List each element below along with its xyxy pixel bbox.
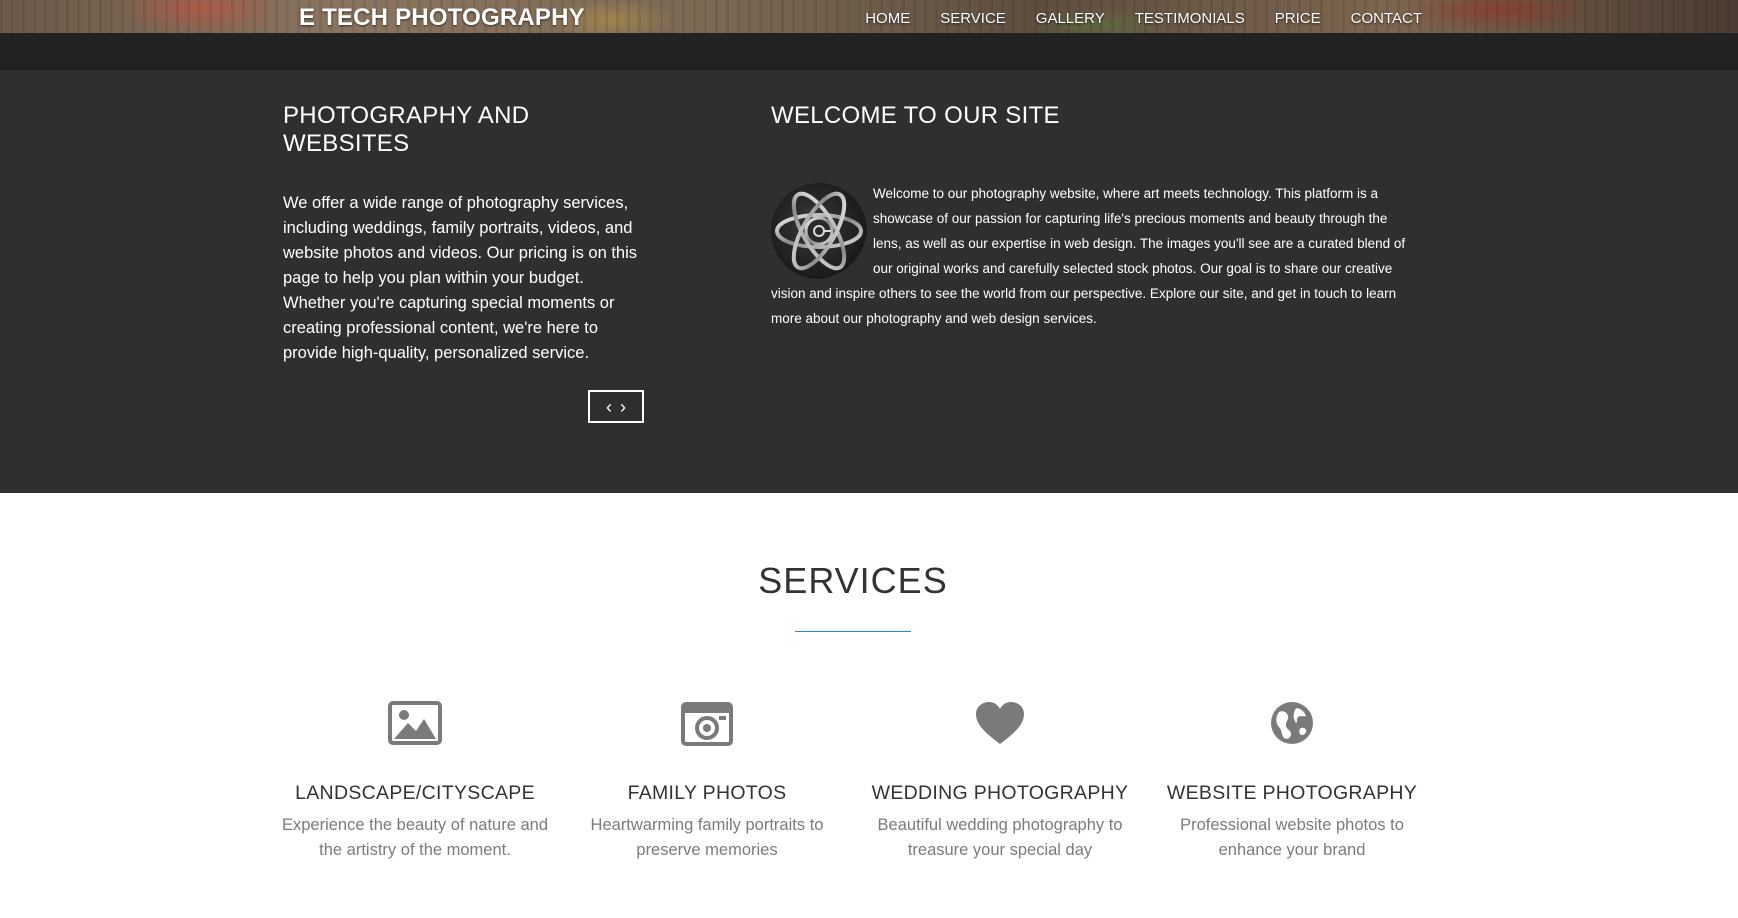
panel-text: We offer a wide range of photography ser… [283, 194, 638, 362]
services-title: SERVICES [758, 560, 948, 601]
camera-icon [681, 702, 733, 746]
nav-gallery[interactable]: GALLERY [1036, 10, 1105, 27]
slider-controls[interactable]: ‹ › [588, 390, 644, 423]
panel-title: PHOTOGRAPHY AND WEBSITES [283, 102, 530, 157]
globe-icon [1271, 702, 1313, 744]
nav-home[interactable]: HOME [865, 10, 910, 27]
atom-logo-icon [771, 183, 867, 279]
service-desc: Professional website photos to enhance y… [1180, 816, 1404, 859]
chevron-left-icon[interactable]: ‹ [606, 398, 612, 416]
picture-icon [388, 701, 442, 745]
service-wedding: WEDDING PHOTOGRAPHY Beautiful wedding ph… [865, 700, 1135, 863]
services-divider [795, 631, 911, 632]
service-desc: Experience the beauty of nature and the … [281, 816, 549, 859]
welcome-text: Welcome to our photography website, wher… [771, 186, 1406, 326]
header: E TECH PHOTOGRAPHY HOME SERVICE GALLERY … [0, 0, 1738, 33]
main-nav: HOME SERVICE GALLERY TESTIMONIALS PRICE … [835, 10, 1422, 27]
service-title: WEDDING PHOTOGRAPHY [871, 782, 1129, 804]
service-title: LANDSCAPE/CITYSCAPE [295, 782, 535, 804]
service-desc: Heartwarming family portraits to preserv… [590, 816, 824, 859]
sub-bar [0, 33, 1738, 70]
service-title: WEBSITE PHOTOGRAPHY [1166, 782, 1418, 804]
nav-price[interactable]: PRICE [1275, 10, 1321, 27]
service-desc: Beautiful wedding photography to treasur… [877, 816, 1123, 859]
chevron-right-icon[interactable]: › [620, 398, 626, 416]
nav-service[interactable]: SERVICE [940, 10, 1006, 27]
welcome-content: Welcome to our photography website, wher… [771, 181, 1413, 331]
welcome-title: WELCOME TO OUR SITE [771, 102, 1060, 129]
service-family: FAMILY PHOTOS Heartwarming family portra… [572, 700, 842, 863]
heart-icon [976, 702, 1024, 744]
service-landscape: LANDSCAPE/CITYSCAPE Experience the beaut… [280, 700, 550, 863]
photography-websites-panel: PHOTOGRAPHY AND WEBSITES We offer a wide… [283, 102, 643, 366]
brand-logo[interactable]: E TECH PHOTOGRAPHY [299, 4, 585, 32]
service-title: FAMILY PHOTOS [627, 782, 787, 804]
service-website: WEBSITE PHOTOGRAPHY Professional website… [1157, 700, 1427, 863]
nav-testimonials[interactable]: TESTIMONIALS [1135, 10, 1245, 27]
welcome-panel: WELCOME TO OUR SITE Welcome to our photo… [771, 102, 1413, 331]
nav-contact[interactable]: CONTACT [1351, 10, 1422, 27]
